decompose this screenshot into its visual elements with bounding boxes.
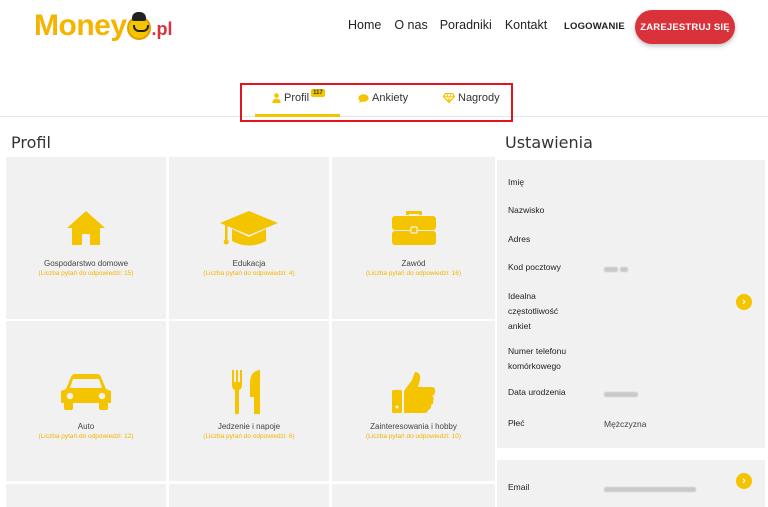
setting-label-kod: Kod pocztowy <box>508 262 561 272</box>
card-gospodarstwo[interactable]: Gospodarstwo domowe (Liczba pytań do odp… <box>6 157 166 319</box>
main-nav: Home O nas Poradniki Kontakt <box>348 18 560 32</box>
card-sub: (Liczba pytań do odpowiedzi: 12) <box>38 433 134 440</box>
tab-ankiety[interactable]: Ankiety <box>358 92 408 104</box>
fork-knife-icon <box>232 370 260 414</box>
nav-o-nas[interactable]: O nas <box>394 18 427 32</box>
card-label: Auto <box>77 422 95 431</box>
house-icon <box>67 211 105 245</box>
edit-email-button[interactable]: › <box>736 473 752 489</box>
card-partial-2[interactable] <box>169 484 329 507</box>
tab-profil-badge: 117 <box>311 89 325 97</box>
login-link[interactable]: LOGOWANIE <box>564 21 625 32</box>
user-icon <box>272 93 281 103</box>
chat-icon <box>358 93 369 103</box>
setting-value-kod-blurred <box>604 265 629 274</box>
setting-label-nazwisko: Nazwisko <box>508 205 545 215</box>
panda-coin-icon <box>126 12 151 40</box>
card-edukacja[interactable]: Edukacja (Liczba pytań do odpowiedzi: 4) <box>169 157 329 319</box>
logo-text: Money <box>34 9 127 42</box>
card-partial-1[interactable] <box>6 484 166 507</box>
card-sub: (Liczba pytań do odpowiedzi: 16) <box>365 270 462 277</box>
car-icon <box>61 374 111 410</box>
card-jedzenie[interactable]: Jedzenie i napoje (Liczba pytań do odpow… <box>169 321 329 481</box>
tab-profil-label: Profil <box>284 92 310 104</box>
edit-frequency-button[interactable]: › <box>736 294 752 310</box>
setting-label-plec: Płeć <box>508 418 525 428</box>
site-header: Money .pl Home O nas Poradniki Kontakt L… <box>0 0 768 58</box>
active-tab-underline <box>255 114 340 117</box>
setting-value-email-blurred <box>604 485 696 494</box>
setting-label-telefon: Numer telefonu komórkowego <box>508 346 567 371</box>
card-label: Zawód <box>401 259 426 268</box>
setting-value-plec: Mężczyzna <box>604 419 647 429</box>
card-partial-3[interactable] <box>332 484 495 507</box>
card-label: Gospodarstwo domowe <box>43 259 129 268</box>
logo[interactable]: Money .pl <box>34 9 173 43</box>
card-label: Jedzenie i napoje <box>217 422 281 431</box>
setting-label-adres: Adres <box>508 234 531 244</box>
thumbs-up-icon <box>391 372 435 413</box>
tab-nagrody-label: Nagrody <box>458 92 500 104</box>
card-zawod[interactable]: Zawód (Liczba pytań do odpowiedzi: 16) <box>332 157 495 319</box>
diamond-icon <box>443 93 455 103</box>
profil-title: Profil <box>11 133 51 152</box>
card-zainteresowania[interactable]: Zainteresowania i hobby (Liczba pytań do… <box>332 321 495 481</box>
tab-nagrody[interactable]: Nagrody <box>443 92 500 104</box>
setting-label-data: Data urodzenia <box>508 387 566 397</box>
nav-kontakt[interactable]: Kontakt <box>505 18 547 32</box>
card-auto[interactable]: Auto (Liczba pytań do odpowiedzi: 12) <box>6 321 166 481</box>
tab-profil[interactable]: Profil 117 <box>272 89 325 104</box>
setting-label-czestotliwosc: Idealna częstotliwość ankiet <box>508 291 559 331</box>
setting-value-data-blurred <box>604 390 638 399</box>
nav-home[interactable]: Home <box>348 18 381 32</box>
settings-panel-email <box>497 460 765 507</box>
graduation-cap-icon <box>220 211 278 246</box>
setting-label-email: Email <box>508 482 530 492</box>
card-label: Edukacja <box>232 259 266 268</box>
card-sub: (Liczba pytań do odpowiedzi: 6) <box>203 433 295 440</box>
card-sub: (Liczba pytań do odpowiedzi: 15) <box>38 270 134 277</box>
register-button[interactable]: ZAREJESTRUJ SIĘ <box>635 10 735 44</box>
ustawienia-title: Ustawienia <box>505 133 593 152</box>
card-sub: (Liczba pytań do odpowiedzi: 10) <box>365 433 462 440</box>
briefcase-icon <box>391 211 436 245</box>
tab-ankiety-label: Ankiety <box>372 92 409 104</box>
card-label: Zainteresowania i hobby <box>370 422 457 431</box>
nav-poradniki[interactable]: Poradniki <box>440 18 492 32</box>
card-sub: (Liczba pytań do odpowiedzi: 4) <box>203 270 295 277</box>
setting-label-imie: Imię <box>508 177 525 187</box>
logo-tld: .pl <box>151 19 173 39</box>
